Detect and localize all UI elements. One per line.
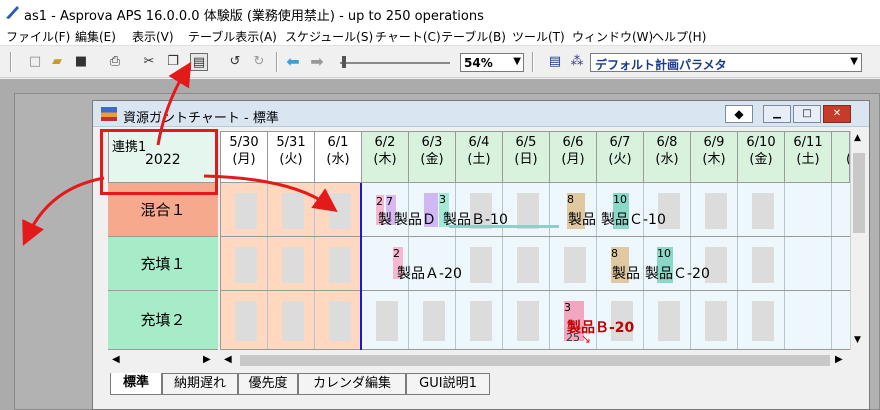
annotation-arrow [22, 176, 105, 246]
annotation-arrows [22, 61, 338, 246]
annotation-arrow [203, 174, 338, 212]
annotation-arrow [156, 61, 192, 146]
